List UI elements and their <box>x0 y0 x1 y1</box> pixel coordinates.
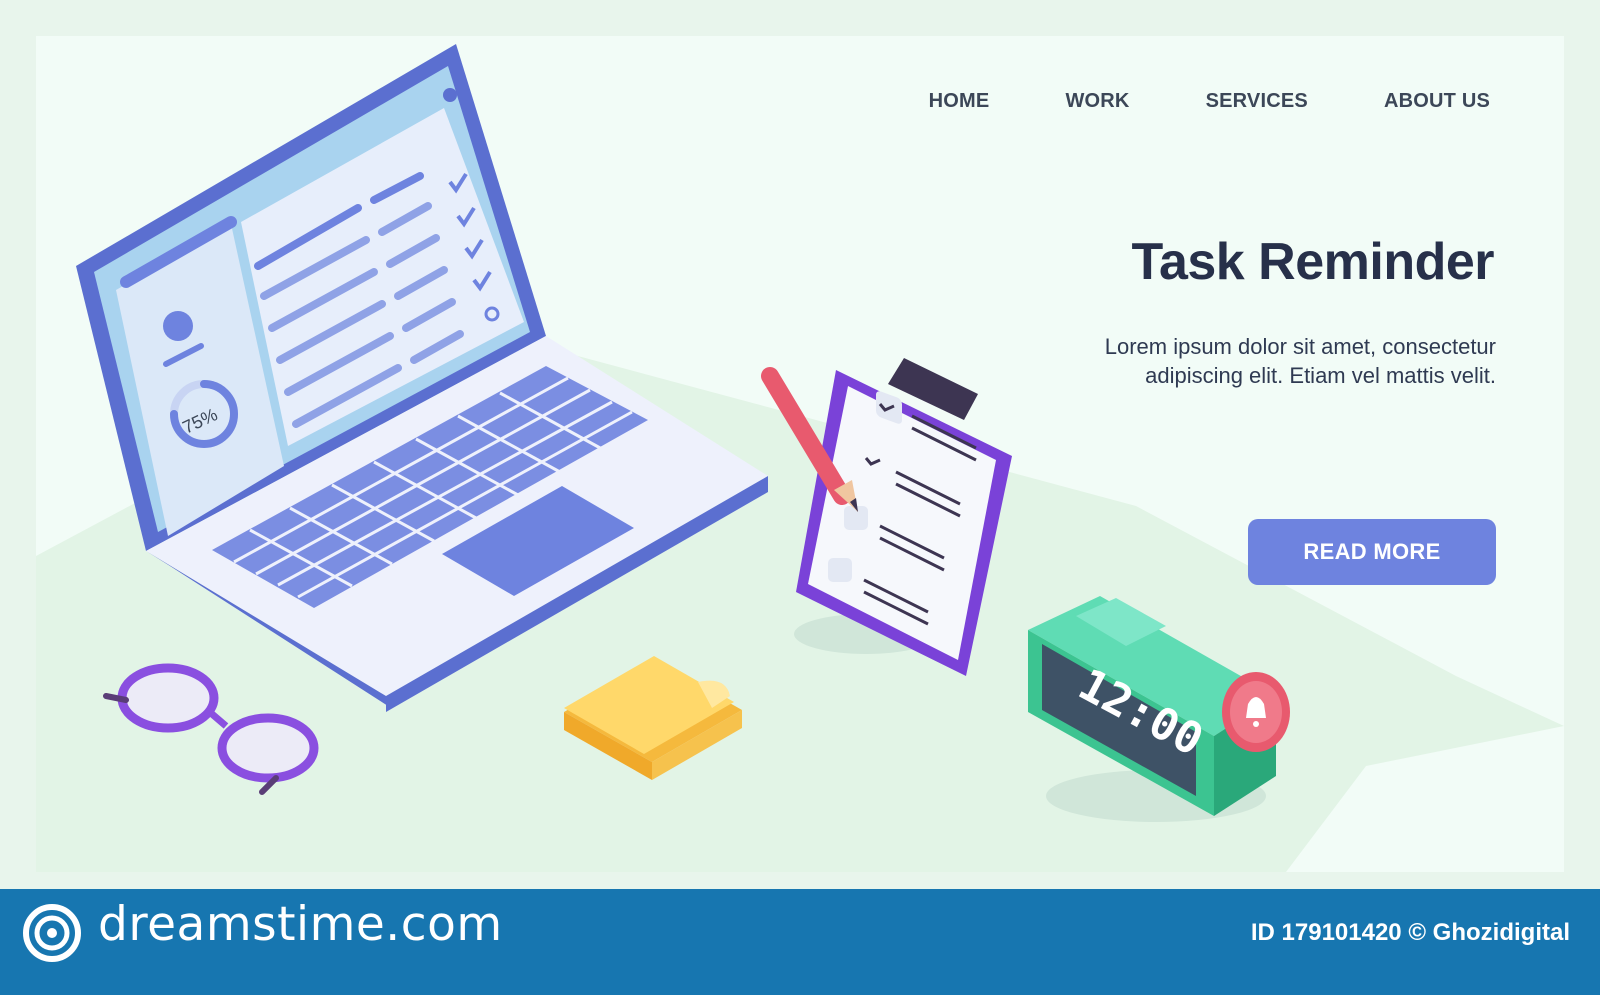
page-title: Task Reminder <box>1131 233 1495 291</box>
laptop: 75% <box>76 44 768 712</box>
glasses <box>103 663 319 795</box>
footer-bar: dreamstime.com ID 179101420 © Ghozidigit… <box>0 889 1600 995</box>
brand-name: dreamstime.com <box>98 897 503 952</box>
alarm-clock: 12:00 <box>1028 596 1290 822</box>
landing-page: HOME WORK SERVICES ABOUT US 75% 12:00 Ta… <box>36 36 1564 872</box>
image-credit: ID 179101420 © Ghozidigital <box>1250 919 1570 946</box>
read-more-button[interactable]: READ MORE <box>1248 519 1496 585</box>
hero-description: Lorem ipsum dolor sit amet, consectetur … <box>1104 334 1496 388</box>
task-illustration: 75% 12:00 <box>76 44 1290 822</box>
sticky-note <box>564 656 742 780</box>
clipboard <box>794 358 1012 676</box>
dreamstime-logo-icon <box>23 904 81 962</box>
